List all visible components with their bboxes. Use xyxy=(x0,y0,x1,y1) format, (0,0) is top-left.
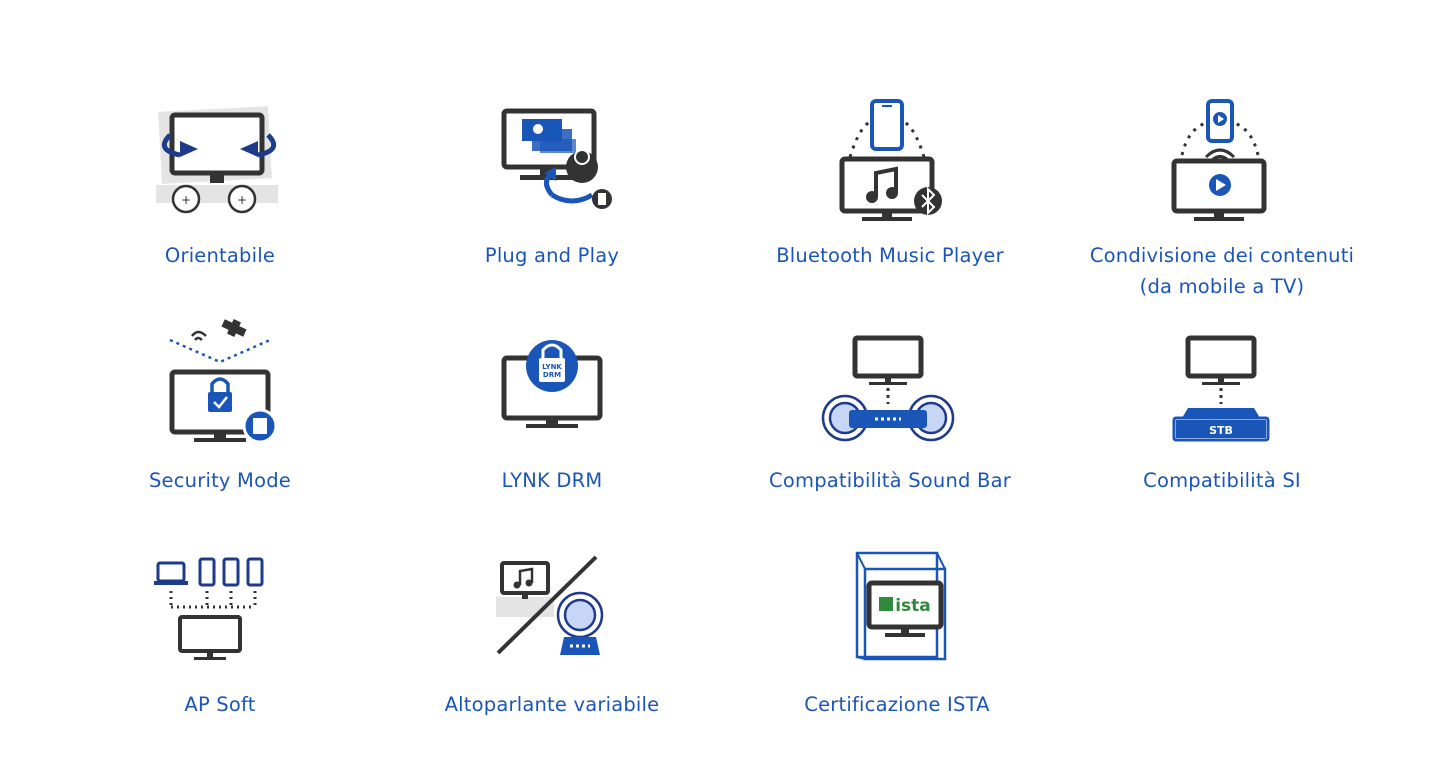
bluetooth-music-icon xyxy=(839,99,942,221)
svg-text:+: + xyxy=(237,193,247,207)
feature-soundbar: Compatibilità Sound Bar xyxy=(725,318,1055,496)
feature-label-line1: Condivisione dei contenuti xyxy=(1089,244,1355,267)
feature-label: Compatibilità SI xyxy=(1143,469,1301,492)
feature-label: Security Mode xyxy=(148,469,291,492)
security-lock-icon xyxy=(169,319,278,444)
lynk-drm-icon: LYNK DRM xyxy=(501,340,603,428)
feature-security: Security Mode xyxy=(55,318,385,496)
soundbar-icon xyxy=(821,335,955,442)
lynk-badge-line1: LYNK xyxy=(542,363,562,371)
feature-label: Bluetooth Music Player xyxy=(776,244,1004,267)
feature-ista: ista Certificazione ISTA xyxy=(732,545,1062,720)
set-top-box-icon: STB xyxy=(1172,335,1270,442)
feature-si: STB Compatibilità SI xyxy=(1057,318,1387,496)
feature-lynk: LYNK DRM LYNK DRM xyxy=(387,318,717,496)
ista-certification-icon: ista xyxy=(855,551,947,661)
feature-ap-soft: AP Soft xyxy=(55,545,385,720)
feature-label: Certificazione ISTA xyxy=(804,693,990,716)
feature-altoparlante: Altoparlante variabile xyxy=(387,545,717,720)
svg-text:+: + xyxy=(181,193,191,207)
feature-label: Plug and Play xyxy=(484,244,620,267)
plug-and-play-icon xyxy=(501,108,612,209)
feature-label: AP Soft xyxy=(184,693,256,716)
feature-label: Condivisione dei contenuti (da mobile a … xyxy=(1057,240,1387,302)
feature-bluetooth: Bluetooth Music Player xyxy=(725,95,1055,271)
feature-orientabile: + + Orientabile xyxy=(55,95,385,271)
ista-badge: ista xyxy=(895,596,931,616)
feature-label: Compatibilità Sound Bar xyxy=(769,469,1011,492)
feature-plug-and-play: Plug and Play xyxy=(387,95,717,271)
multi-device-icon xyxy=(154,557,264,660)
feature-label: Altoparlante variabile xyxy=(444,693,660,716)
swivel-monitor-icon: + + xyxy=(156,106,278,214)
lynk-badge-line2: DRM xyxy=(543,371,561,379)
mobile-to-tv-icon xyxy=(1171,99,1267,221)
stb-badge: STB xyxy=(1209,424,1233,437)
feature-label: Orientabile xyxy=(164,244,276,267)
feature-label: LYNK DRM xyxy=(501,469,603,492)
variable-speaker-icon xyxy=(496,555,604,655)
feature-condivisione: Condivisione dei contenuti (da mobile a … xyxy=(1057,95,1387,302)
feature-label-line2: (da mobile a TV) xyxy=(1139,275,1305,298)
